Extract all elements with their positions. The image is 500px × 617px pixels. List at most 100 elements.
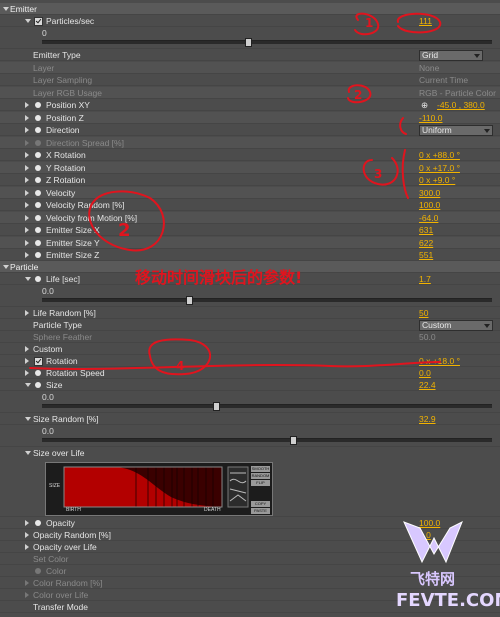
emitter-row-value[interactable]: -110.0: [419, 112, 442, 124]
collapse-triangle-icon[interactable]: [3, 7, 9, 11]
emitter-row-value[interactable]: 631: [419, 224, 433, 236]
emitter-row[interactable]: Emitter Type Grid: [0, 49, 500, 61]
expand-triangle-icon[interactable]: [25, 215, 29, 221]
keyframe-stopwatch-icon[interactable]: [35, 190, 41, 196]
expand-triangle-icon[interactable]: [25, 277, 31, 281]
keyframe-stopwatch-icon[interactable]: [35, 115, 41, 121]
expand-triangle-icon[interactable]: [25, 358, 29, 364]
life-slider[interactable]: [42, 296, 492, 305]
expand-triangle-icon[interactable]: [25, 115, 29, 121]
expand-triangle-icon[interactable]: [25, 202, 29, 208]
keyframe-stopwatch-icon[interactable]: [35, 227, 41, 233]
life-random-value[interactable]: 50: [419, 307, 428, 319]
rotation-speed-row[interactable]: Rotation Speed 0.0: [0, 367, 500, 379]
expand-triangle-icon[interactable]: [25, 520, 29, 526]
expand-triangle-icon[interactable]: [25, 19, 31, 23]
emitter-row-value[interactable]: 622: [419, 237, 433, 249]
keyframe-stopwatch-icon[interactable]: [35, 276, 41, 282]
keyframe-stopwatch-icon[interactable]: [35, 382, 41, 388]
expand-triangle-icon[interactable]: [25, 102, 29, 108]
custom-row[interactable]: Custom: [0, 343, 500, 355]
keyframe-stopwatch-icon[interactable]: [35, 370, 41, 376]
keyframe-stopwatch-icon[interactable]: [35, 165, 41, 171]
slider-thumb[interactable]: [213, 402, 220, 411]
emitter-row-value[interactable]: 0 x +9.0 °: [419, 174, 455, 186]
collapse-triangle-icon[interactable]: [3, 265, 9, 269]
life-random-row[interactable]: Life Random [%] 50: [0, 307, 500, 319]
rotation-speed-value[interactable]: 0.0: [419, 367, 431, 379]
slider-thumb[interactable]: [186, 296, 193, 305]
particle-section-header[interactable]: Particle: [0, 261, 500, 273]
size-slider[interactable]: [42, 402, 492, 411]
keyframe-stopwatch-icon[interactable]: [35, 127, 41, 133]
emitter-row[interactable]: Velocity from Motion [%] -64.0: [0, 212, 500, 224]
emitter-row-dropdown[interactable]: Uniform: [419, 125, 493, 136]
emitter-row-value[interactable]: 0 x +88.0 °: [419, 149, 460, 161]
particles-sec-slider[interactable]: [42, 38, 492, 47]
expand-triangle-icon[interactable]: [25, 152, 29, 158]
size-random-row[interactable]: Size Random [%] 32.9: [0, 413, 500, 425]
keyframe-stopwatch-icon[interactable]: [35, 240, 41, 246]
emitter-row[interactable]: Velocity 300.0: [0, 187, 500, 199]
emitter-row[interactable]: Emitter Size X 631: [0, 224, 500, 236]
emitter-row[interactable]: Emitter Size Z 551: [0, 249, 500, 261]
expand-triangle-icon[interactable]: [25, 177, 29, 183]
emitter-row-value[interactable]: 100.0: [419, 199, 440, 211]
emitter-row-value[interactable]: 551: [419, 249, 433, 261]
rotation-value[interactable]: 0 x +18.0 °: [419, 355, 460, 367]
expand-triangle-icon[interactable]: [25, 370, 29, 376]
size-value[interactable]: 22.4: [419, 379, 436, 391]
life-value[interactable]: 1.7: [419, 273, 431, 285]
particles-sec-value[interactable]: 111: [419, 15, 432, 27]
expand-triangle-icon[interactable]: [25, 532, 29, 538]
slider-thumb[interactable]: [290, 436, 297, 445]
keyframe-stopwatch-icon[interactable]: [35, 252, 41, 258]
life-row[interactable]: Life [sec] 1.7: [0, 273, 500, 285]
size-over-life-graph[interactable]: SIZE BIRTH DEATH SMOOTH RANDOM FLIP COPY…: [45, 462, 273, 516]
keyframe-stopwatch-icon[interactable]: [35, 177, 41, 183]
particle-type-dropdown[interactable]: Custom: [419, 320, 493, 331]
emitter-row[interactable]: Y Rotation 0 x +17.0 °: [0, 162, 500, 174]
keyframe-stopwatch-icon[interactable]: [35, 102, 41, 108]
emitter-row-dropdown[interactable]: Grid: [419, 50, 483, 61]
expand-triangle-icon[interactable]: [25, 227, 29, 233]
expand-triangle-icon[interactable]: [25, 240, 29, 246]
emitter-row-value[interactable]: 300.0: [419, 187, 440, 199]
rotation-row[interactable]: Rotation 0 x +18.0 °: [0, 355, 500, 367]
size-random-value[interactable]: 32.9: [419, 413, 436, 425]
expand-triangle-icon[interactable]: [25, 417, 31, 421]
expand-triangle-icon[interactable]: [25, 451, 31, 455]
slider-thumb[interactable]: [245, 38, 252, 47]
keyframe-stopwatch-icon[interactable]: [35, 202, 41, 208]
keyframe-checkbox-icon[interactable]: [34, 357, 43, 366]
expand-triangle-icon[interactable]: [25, 544, 29, 550]
smooth-button[interactable]: SMOOTH: [251, 466, 270, 472]
emitter-section-header[interactable]: Emitter: [0, 3, 500, 15]
copy-button[interactable]: COPY: [251, 501, 270, 507]
emitter-row[interactable]: Velocity Random [%] 100.0: [0, 199, 500, 211]
emitter-row[interactable]: Position Z -110.0: [0, 112, 500, 124]
size-random-slider[interactable]: [42, 436, 492, 445]
expand-triangle-icon[interactable]: [25, 383, 31, 387]
expand-triangle-icon[interactable]: [25, 190, 29, 196]
particle-type-row[interactable]: Particle Type Custom: [0, 319, 500, 331]
paste-button[interactable]: PASTE: [251, 508, 270, 514]
emitter-row-value[interactable]: -64.0: [419, 212, 438, 224]
size-row[interactable]: Size 22.4: [0, 379, 500, 391]
emitter-row[interactable]: X Rotation 0 x +88.0 °: [0, 149, 500, 161]
emitter-row[interactable]: Z Rotation 0 x +9.0 °: [0, 174, 500, 186]
expand-triangle-icon[interactable]: [25, 252, 29, 258]
expand-triangle-icon[interactable]: [25, 346, 29, 352]
expand-triangle-icon[interactable]: [25, 165, 29, 171]
emitter-row[interactable]: Position XY ⊕ -45.0 , 380.0: [0, 99, 500, 111]
expand-triangle-icon[interactable]: [25, 310, 29, 316]
crosshair-icon[interactable]: ⊕: [421, 99, 428, 111]
random-button[interactable]: RANDOM: [251, 473, 270, 479]
keyframe-checkbox-icon[interactable]: [34, 17, 43, 26]
flip-button[interactable]: FLIP: [251, 480, 270, 486]
expand-triangle-icon[interactable]: [25, 127, 29, 133]
keyframe-stopwatch-icon[interactable]: [35, 520, 41, 526]
emitter-row-value[interactable]: 0 x +17.0 °: [419, 162, 460, 174]
emitter-row-value[interactable]: -45.0 , 380.0: [437, 99, 485, 111]
particles-sec-row[interactable]: Particles/sec 111: [0, 15, 500, 27]
